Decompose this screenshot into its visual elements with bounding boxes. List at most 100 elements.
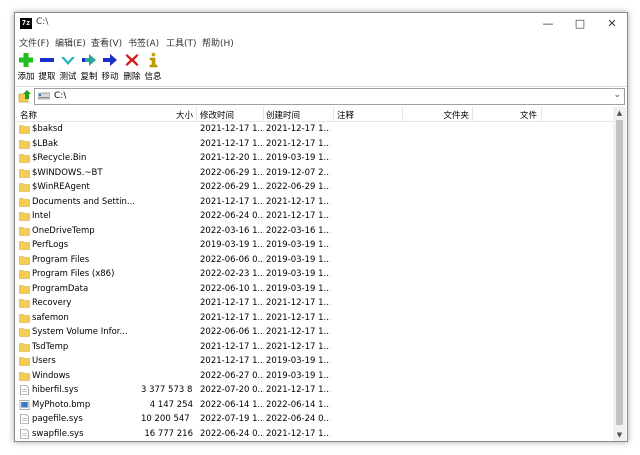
modified-time: 2022-06-24 0...	[200, 211, 264, 221]
column-modified[interactable]: 修改时间	[200, 109, 234, 121]
address-bar: C:\ ⌄	[15, 87, 627, 105]
created-time: 2021-12-17 1...	[266, 298, 330, 308]
created-time: 2019-03-19 1...	[266, 153, 330, 163]
file-row[interactable]: ProgramData 2022-06-10 1... 2019-03-19 1..…	[15, 282, 613, 297]
created-time: 2022-06-24 0...	[266, 414, 330, 424]
info-button[interactable]: 信息	[143, 52, 163, 82]
column-size[interactable]: 大小	[141, 109, 193, 121]
created-time: 2021-12-17 1...	[266, 312, 330, 323]
file-row[interactable]: Program Files 2022-06-06 0... 2019-03-19 1…	[15, 253, 613, 268]
column-divider[interactable]	[333, 107, 334, 121]
file-name: Windows	[32, 370, 70, 381]
move-button[interactable]: 移动	[100, 52, 120, 82]
column-divider[interactable]	[402, 107, 403, 121]
menu-edit[interactable]: 编辑(E)	[55, 36, 86, 49]
column-divider[interactable]	[263, 107, 264, 121]
file-row[interactable]: $WINDOWS.~BT 2022-06-29 1... 2019-12-07 2.…	[15, 166, 613, 181]
file-name: $WINDOWS.~BT	[32, 167, 103, 178]
file-row[interactable]: Program Files (x86) 2022-02-23 1... 2019-0…	[15, 267, 613, 282]
minimize-button[interactable]: —	[531, 13, 565, 35]
delete-label: 删除	[123, 72, 141, 82]
path-combobox[interactable]: C:\ ⌄	[34, 88, 625, 105]
folder-icon	[19, 299, 30, 308]
copy-label: 复制	[80, 72, 98, 82]
column-folders[interactable]: 文件夹	[405, 109, 469, 121]
file-row[interactable]: safemon 2021-12-17 1... 2021-12-17 1...	[15, 311, 613, 326]
column-divider[interactable]	[472, 107, 473, 121]
file-row[interactable]: Users 2021-12-17 1... 2019-03-19 1...	[15, 354, 613, 369]
file-manager-window: 7z C:\ — □ ✕ 文件(F) 编辑(E) 查看(V) 书签(A) 工具(…	[14, 12, 628, 442]
column-created[interactable]: 创建时间	[266, 109, 300, 121]
info-label: 信息	[144, 72, 162, 82]
file-row[interactable]: $WinREAgent 2022-06-29 1... 2022-06-29 1..…	[15, 180, 613, 195]
menu-file[interactable]: 文件(F)	[19, 36, 49, 49]
file-row[interactable]: pagefile.sys 10 200 547 3... 2022-07-19 1.…	[15, 412, 613, 427]
file-row[interactable]: Documents and Settin... 2021-12-17 1... 20…	[15, 195, 613, 210]
file-row[interactable]: Recovery 2021-12-17 1... 2021-12-17 1...	[15, 296, 613, 311]
menu-bookmarks[interactable]: 书签(A)	[128, 36, 159, 49]
test-label: 测试	[59, 72, 77, 82]
close-button[interactable]: ✕	[595, 13, 627, 35]
scroll-down-icon[interactable]: ▼	[613, 429, 626, 441]
file-size: 3 377 573 888	[141, 385, 193, 395]
file-row[interactable]: $baksd 2021-12-17 1... 2021-12-17 1...	[15, 122, 613, 137]
delete-x-icon	[125, 54, 139, 66]
menu-view[interactable]: 查看(V)	[91, 36, 122, 49]
file-row[interactable]: hiberfil.sys 3 377 573 888 2022-07-20 0...…	[15, 383, 613, 398]
scroll-up-icon[interactable]: ▲	[613, 107, 626, 119]
column-divider[interactable]	[541, 107, 542, 121]
folder-icon	[19, 212, 30, 221]
up-folder-button[interactable]	[18, 89, 32, 103]
file-name: $LBak	[32, 138, 59, 149]
file-name: OneDriveTemp	[32, 225, 95, 236]
created-time: 2022-06-29 1...	[266, 182, 330, 192]
created-time: 2019-03-19 1...	[266, 254, 330, 265]
folder-icon	[19, 197, 30, 207]
drive-icon	[38, 92, 50, 100]
menu-help[interactable]: 帮助(H)	[202, 36, 234, 49]
file-row[interactable]: TsdTemp 2021-12-17 1... 2021-12-17 1...	[15, 340, 613, 355]
file-row[interactable]: Windows 2022-06-27 0... 2019-03-19 1...	[15, 369, 613, 384]
vertical-scrollbar[interactable]: ▲ ▼	[613, 107, 626, 441]
maximize-button[interactable]: □	[563, 13, 597, 35]
created-time: 2021-12-17 1...	[266, 196, 330, 207]
test-button[interactable]: 测试	[58, 52, 78, 82]
folder-icon	[19, 139, 30, 149]
extract-button[interactable]: 提取	[37, 52, 57, 82]
file-row[interactable]: PerfLogs 2019-03-19 1... 2019-03-19 1...	[15, 238, 613, 253]
move-label: 移动	[101, 72, 119, 82]
minimize-icon: —	[542, 17, 554, 30]
title-bar[interactable]: 7z C:\ — □ ✕	[15, 13, 627, 35]
toolbar: 添加 提取 测试 复制 移动 删除 信息	[15, 50, 627, 87]
file-icon	[20, 428, 29, 439]
modified-time: 2022-06-14 1...	[200, 399, 264, 410]
file-row[interactable]: swapfile.sys 16 777 216 2022-06-24 0... 202…	[15, 427, 613, 442]
folder-icon	[19, 154, 30, 163]
column-name[interactable]: 名称	[20, 109, 37, 121]
file-list[interactable]: $baksd 2021-12-17 1... 2021-12-17 1... $LBa…	[15, 122, 613, 441]
column-comment[interactable]: 注释	[337, 109, 354, 121]
add-button[interactable]: 添加	[16, 52, 36, 82]
menu-tools[interactable]: 工具(T)	[166, 36, 197, 49]
created-time: 2021-12-17 1...	[266, 428, 330, 439]
folder-icon	[19, 241, 30, 250]
copy-button[interactable]: 复制	[79, 52, 99, 82]
file-row[interactable]: $LBak 2021-12-17 1... 2021-12-17 1...	[15, 137, 613, 152]
folder-icon	[19, 226, 30, 236]
file-row[interactable]: MyPhoto.bmp 4 147 254 2022-06-14 1... 2022-…	[15, 398, 613, 413]
file-row[interactable]: System Volume Infor... 2022-06-06 1... 202…	[15, 325, 613, 340]
close-icon: ✕	[607, 17, 617, 30]
file-row[interactable]: Intel 2022-06-24 0... 2021-12-17 1...	[15, 209, 613, 224]
file-name: $baksd	[32, 124, 63, 134]
chevron-down-icon[interactable]: ⌄	[613, 90, 621, 100]
test-check-icon	[61, 57, 75, 65]
created-time: 2019-03-19 1...	[266, 269, 330, 279]
delete-button[interactable]: 删除	[122, 52, 142, 82]
column-files[interactable]: 文件	[475, 109, 537, 121]
modified-time: 2022-06-24 0...	[200, 428, 264, 439]
file-row[interactable]: $Recycle.Bin 2021-12-20 1... 2019-03-19 1.…	[15, 151, 613, 166]
column-divider[interactable]	[196, 107, 197, 121]
scrollbar-thumb[interactable]	[616, 120, 623, 425]
file-row[interactable]: OneDriveTemp 2022-03-16 1... 2022-03-16 1.…	[15, 224, 613, 239]
modified-time: 2022-07-19 1...	[200, 414, 264, 424]
